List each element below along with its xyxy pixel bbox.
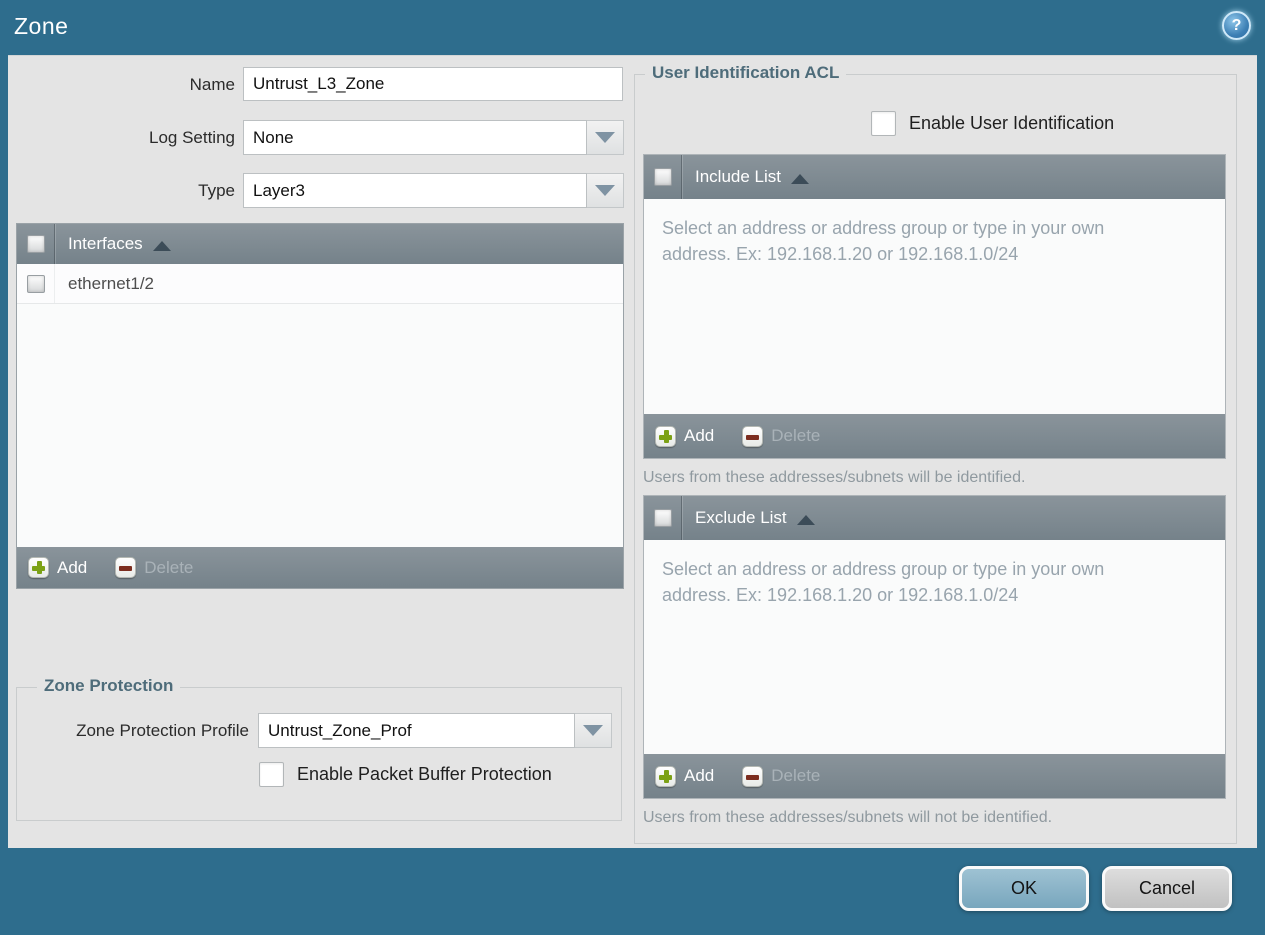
add-icon [655, 425, 676, 447]
type-value[interactable] [243, 173, 587, 208]
include-select-all-cell [644, 155, 682, 199]
packet-buffer-protection-label: Enable Packet Buffer Protection [297, 764, 552, 784]
row-checkbox[interactable] [26, 274, 45, 293]
user-identification-acl-legend: User Identification ACL [645, 63, 847, 83]
include-delete-button[interactable]: Delete [742, 425, 821, 447]
enable-user-identification-row: Enable User Identification [871, 111, 1114, 136]
delete-interface-button[interactable]: Delete [115, 557, 193, 578]
log-setting-dropdown[interactable] [243, 120, 624, 155]
delete-label: Delete [771, 426, 821, 445]
type-dropdown[interactable] [243, 173, 624, 208]
interfaces-column-header[interactable]: Interfaces [68, 234, 143, 254]
exclude-delete-button[interactable]: Delete [742, 765, 821, 787]
add-label: Add [57, 557, 88, 577]
add-label: Add [684, 766, 715, 785]
interfaces-select-all-checkbox[interactable] [26, 235, 45, 253]
interfaces-select-all-cell [17, 224, 55, 264]
interface-name: ethernet1/2 [68, 273, 155, 293]
exclude-select-all-cell [644, 496, 682, 540]
enable-user-identification-checkbox[interactable] [871, 111, 896, 136]
chevron-down-icon [595, 185, 615, 196]
include-list-column-header[interactable]: Include List [695, 167, 781, 187]
exclude-add-button[interactable]: Add [655, 765, 715, 787]
type-label: Type [198, 181, 235, 200]
interfaces-table-header: Interfaces [17, 224, 623, 264]
interfaces-table-body: ethernet1/2 [17, 264, 623, 547]
include-list-helper-text: Users from these addresses/subnets will … [643, 469, 1026, 486]
exclude-list-helper-text: Users from these addresses/subnets will … [643, 809, 1053, 826]
add-interface-button[interactable]: Add [28, 557, 87, 578]
dialog-title: Zone [14, 13, 69, 39]
sort-asc-icon [791, 173, 809, 184]
packet-buffer-protection-row: Enable Packet Buffer Protection [259, 762, 552, 787]
interfaces-table: Interfaces ethernet1/2 Add Delete [16, 223, 624, 589]
enable-user-identification-label: Enable User Identification [909, 113, 1115, 133]
chevron-down-icon [583, 725, 603, 736]
packet-buffer-protection-checkbox[interactable] [259, 762, 284, 787]
add-label: Add [684, 426, 715, 445]
delete-label: Delete [144, 557, 194, 577]
exclude-list-body[interactable]: Select an address or address group or ty… [644, 540, 1225, 754]
include-add-button[interactable]: Add [655, 425, 715, 447]
zone-protection-legend: Zone Protection [37, 676, 181, 696]
ok-button[interactable]: OK [959, 866, 1089, 911]
include-select-all-checkbox[interactable] [653, 168, 672, 186]
zone-protection-profile-label: Zone Protection Profile [76, 721, 249, 740]
log-setting-value[interactable] [243, 120, 587, 155]
help-icon[interactable]: ? [1222, 11, 1251, 40]
exclude-list-header: Exclude List [644, 496, 1225, 540]
log-setting-dropdown-button[interactable] [587, 120, 624, 155]
include-list-header: Include List [644, 155, 1225, 199]
zone-protection-profile-dropdown[interactable] [258, 713, 612, 748]
zone-protection-section: Zone Protection Zone Protection Profile … [16, 676, 622, 821]
exclude-list-table: Exclude List Select an address or addres… [643, 495, 1226, 799]
sort-asc-icon [152, 240, 171, 251]
exclude-list-column-header[interactable]: Exclude List [695, 508, 787, 528]
type-dropdown-button[interactable] [587, 173, 624, 208]
include-list-footer: Add Delete [644, 414, 1225, 458]
name-label: Name [189, 75, 235, 94]
add-icon [28, 557, 49, 578]
table-row[interactable]: ethernet1/2 [17, 264, 623, 304]
exclude-list-placeholder: Select an address or address group or ty… [662, 559, 1105, 605]
delete-label: Delete [771, 766, 821, 785]
delete-icon [115, 557, 137, 578]
zone-dialog-body: Name Log Setting Type Interfaces [8, 55, 1257, 848]
delete-icon [742, 425, 764, 447]
sort-asc-icon [796, 514, 815, 525]
exclude-list-footer: Add Delete [644, 754, 1225, 798]
zone-protection-profile-dropdown-button[interactable] [575, 713, 612, 748]
log-setting-label: Log Setting [148, 128, 235, 147]
include-list-placeholder: Select an address or address group or ty… [662, 218, 1105, 264]
include-list-table: Include List Select an address or addres… [643, 154, 1226, 459]
user-identification-acl-section: User Identification ACL Enable User Iden… [634, 63, 1237, 844]
interfaces-table-footer: Add Delete [17, 547, 623, 588]
name-input[interactable] [243, 67, 623, 101]
row-checkbox-cell [17, 264, 55, 303]
include-list-body[interactable]: Select an address or address group or ty… [644, 199, 1225, 414]
cancel-button[interactable]: Cancel [1102, 866, 1232, 911]
chevron-down-icon [595, 132, 615, 143]
delete-icon [742, 765, 764, 787]
zone-protection-profile-value[interactable] [258, 713, 575, 748]
exclude-select-all-checkbox[interactable] [653, 509, 672, 527]
add-icon [655, 765, 676, 787]
